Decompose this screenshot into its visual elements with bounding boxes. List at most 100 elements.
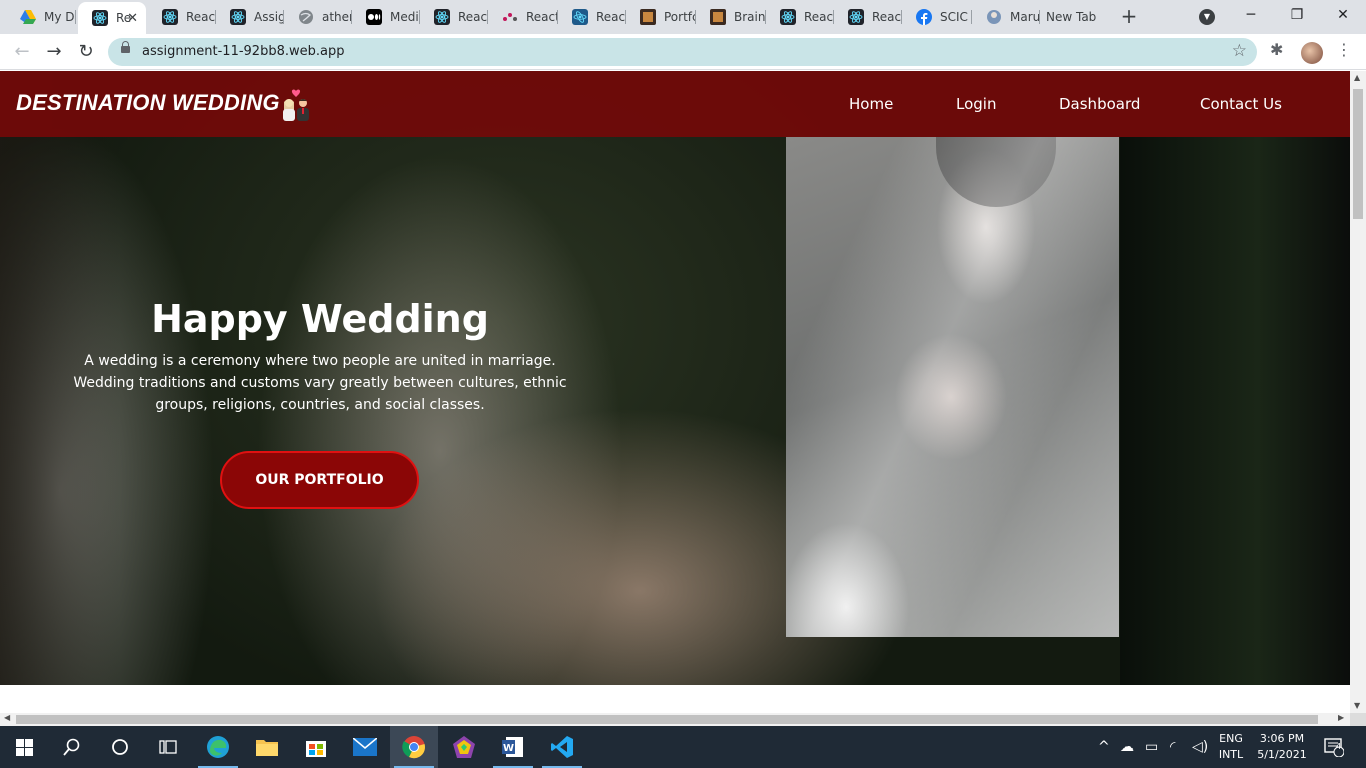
chrome-icon[interactable] xyxy=(390,726,438,768)
nav-login[interactable]: Login xyxy=(956,95,996,113)
hero-title: Happy Wedding xyxy=(151,297,489,341)
tab-label: React xyxy=(526,10,558,24)
mail-icon[interactable] xyxy=(341,726,389,768)
google-drive-icon xyxy=(20,9,36,25)
couple-emoji-icon xyxy=(283,89,309,121)
tab-label: My D xyxy=(44,10,75,24)
file-explorer-icon[interactable] xyxy=(243,726,291,768)
react-icon xyxy=(572,9,588,25)
show-hidden-icons[interactable]: ^ xyxy=(1098,726,1110,768)
tab-portfolio[interactable]: Portfc xyxy=(626,4,696,30)
tab-react-5[interactable]: React xyxy=(766,4,834,30)
tab-assignment[interactable]: Assig xyxy=(216,4,284,30)
cortana-icon[interactable] xyxy=(96,726,144,768)
clock-time: 3:06 PM xyxy=(1259,732,1305,745)
tab-react-3[interactable]: React xyxy=(488,4,558,30)
volume-icon[interactable]: ◁) xyxy=(1192,726,1208,768)
extensions-icon[interactable]: ✱ xyxy=(1270,40,1283,59)
minimize-icon[interactable]: ─ xyxy=(1228,0,1274,34)
horizontal-scroll-thumb[interactable] xyxy=(16,715,1318,724)
tab-search-icon[interactable]: ▼ xyxy=(1199,9,1215,25)
tab-react-2[interactable]: React xyxy=(420,4,488,30)
tab-label: Medi xyxy=(390,10,419,24)
tab-maru[interactable]: Maru xyxy=(972,4,1040,30)
wifi-icon[interactable]: ◜ xyxy=(1170,726,1175,768)
scroll-down-icon[interactable]: ▼ xyxy=(1354,701,1360,710)
notification-count: 4 xyxy=(1336,742,1342,751)
search-icon[interactable] xyxy=(48,726,96,768)
tab-label: React xyxy=(596,10,626,24)
notifications-icon[interactable]: 4 xyxy=(1324,726,1344,768)
back-icon[interactable]: ← xyxy=(10,40,34,64)
tab-react-4[interactable]: React xyxy=(558,4,626,30)
tab-label: Brain xyxy=(734,10,766,24)
windows-start-icon[interactable] xyxy=(0,726,48,768)
store-icon[interactable] xyxy=(292,726,340,768)
lock-icon xyxy=(121,41,130,53)
reload-icon[interactable]: ↻ xyxy=(74,40,98,64)
react-icon xyxy=(92,10,108,26)
browser-tab-strip: My D Re ✕ React Assig ather Medi React R… xyxy=(0,0,1366,34)
tab-new-tab[interactable]: New Tab xyxy=(1032,4,1112,30)
tab-brain[interactable]: Brain xyxy=(696,4,766,30)
page-below-hero xyxy=(0,685,1350,713)
address-bar[interactable]: assignment-11-92bb8.web.app ☆ xyxy=(108,38,1257,66)
close-window-icon[interactable]: ✕ xyxy=(1320,0,1366,34)
scroll-left-icon[interactable]: ◀ xyxy=(4,713,10,722)
site-navbar: DESTINATION WEDDING Home Login Dashboard… xyxy=(0,71,1350,137)
tab-active-react[interactable]: Re ✕ xyxy=(78,2,146,34)
language-code: ENG xyxy=(1219,732,1243,745)
browser-menu-icon[interactable]: ⋮ xyxy=(1336,40,1352,59)
tab-label: React xyxy=(804,10,834,24)
react-icon xyxy=(230,9,246,25)
tab-react[interactable]: React xyxy=(148,4,216,30)
tab-react-6[interactable]: React xyxy=(834,4,902,30)
tab-close-icon[interactable]: ✕ xyxy=(127,11,138,26)
tab-medium[interactable]: Medi xyxy=(352,4,420,30)
onedrive-icon[interactable]: ☁ xyxy=(1120,726,1134,768)
bookmark-star-icon[interactable]: ☆ xyxy=(1232,41,1247,61)
hero-description: A wedding is a ceremony where two people… xyxy=(73,353,567,413)
react-icon xyxy=(162,9,178,25)
edge-icon[interactable] xyxy=(194,726,242,768)
profile-avatar[interactable] xyxy=(1301,42,1323,64)
dots-icon xyxy=(502,9,518,25)
nav-dashboard[interactable]: Dashboard xyxy=(1059,95,1140,113)
brand-logo-text[interactable]: DESTINATION WEDDING xyxy=(16,90,280,116)
tab-label: Portfc xyxy=(664,10,696,24)
scroll-up-icon[interactable]: ▲ xyxy=(1354,73,1360,82)
language-indicator[interactable]: ENG INTL xyxy=(1214,731,1248,763)
windows-taskbar: W ^ ☁ ▭ ◜ ◁) ENG INTL 3:06 PM 5/1/2021 4 xyxy=(0,726,1366,768)
hero-section: Happy Wedding A wedding is a ceremony wh… xyxy=(0,71,1350,685)
new-tab-button[interactable]: + xyxy=(1118,6,1140,28)
globe-icon xyxy=(298,9,314,25)
tab-globe[interactable]: ather xyxy=(284,4,352,30)
url-text[interactable]: assignment-11-92bb8.web.app xyxy=(142,44,344,59)
tab-google-drive[interactable]: My D xyxy=(6,4,76,30)
app-polygon-icon[interactable] xyxy=(440,726,488,768)
tab-label: ather xyxy=(322,10,352,24)
vscode-icon[interactable] xyxy=(538,726,586,768)
react-icon xyxy=(848,9,864,25)
nav-home[interactable]: Home xyxy=(849,95,893,113)
clock-date: 5/1/2021 xyxy=(1257,748,1307,761)
portfolio-icon xyxy=(710,9,726,25)
word-icon[interactable]: W xyxy=(489,726,537,768)
tab-facebook[interactable]: SCIC xyxy=(902,4,972,30)
forward-icon[interactable]: → xyxy=(42,40,66,64)
nav-contact-us[interactable]: Contact Us xyxy=(1200,95,1282,113)
scroll-right-icon[interactable]: ▶ xyxy=(1338,713,1344,722)
battery-icon[interactable]: ▭ xyxy=(1145,726,1158,768)
couple-photo xyxy=(786,137,1119,637)
vertical-scrollbar[interactable]: ▲ ▼ xyxy=(1350,71,1366,713)
horizontal-scrollbar[interactable]: ◀ ▶ xyxy=(0,713,1350,726)
keyboard-layout: INTL xyxy=(1218,748,1244,761)
vertical-scroll-thumb[interactable] xyxy=(1353,89,1363,219)
maximize-icon[interactable]: ❐ xyxy=(1274,0,1320,34)
our-portfolio-button[interactable]: OUR PORTFOLIO xyxy=(220,451,419,509)
tab-label: React xyxy=(186,10,216,24)
facebook-icon xyxy=(916,9,932,25)
task-view-icon[interactable] xyxy=(144,726,192,768)
clock[interactable]: 3:06 PM 5/1/2021 xyxy=(1252,731,1312,763)
tab-label: React xyxy=(458,10,488,24)
